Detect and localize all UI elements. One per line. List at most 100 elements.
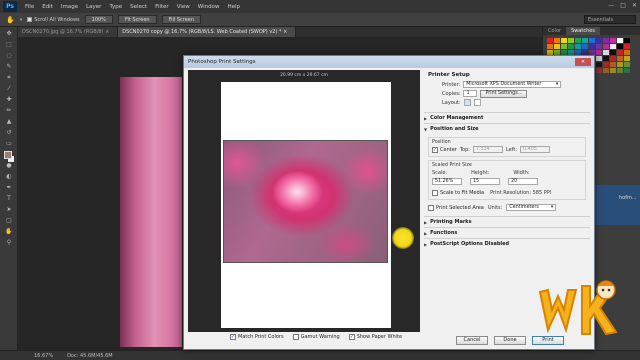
scroll-all-windows-checkbox[interactable]: Scroll All Windows [27, 17, 80, 23]
hand-tool-icon[interactable]: ✋ [6, 16, 15, 24]
color-swatch[interactable] [617, 62, 623, 67]
portrait-orientation-icon[interactable] [463, 99, 471, 106]
fit-screen-button[interactable]: Fit Screen [117, 15, 157, 24]
color-swatch[interactable] [624, 56, 630, 61]
show-paper-white-checkbox[interactable]: ✓ Show Paper White [348, 334, 402, 340]
color-swatch[interactable] [561, 38, 567, 43]
marquee-tool-icon[interactable]: ⬚ [3, 40, 15, 49]
color-swatch[interactable] [596, 50, 602, 55]
color-swatch[interactable] [603, 62, 609, 67]
copies-input[interactable]: 1 [463, 90, 478, 97]
zoom-tool-icon[interactable]: ⚲ [3, 238, 15, 247]
color-swatch[interactable] [596, 62, 602, 67]
scale-to-fit-checkbox[interactable]: Scale to Fit Media [432, 189, 484, 196]
color-swatch[interactable] [547, 44, 553, 49]
color-swatch[interactable] [617, 38, 623, 43]
color-swatch[interactable] [610, 50, 616, 55]
color-swatch[interactable] [617, 68, 623, 73]
close-icon[interactable]: ✕ [575, 58, 591, 66]
lasso-tool-icon[interactable]: ◌ [3, 51, 15, 60]
zoom-level[interactable]: 16.67% [34, 353, 53, 359]
color-swatch[interactable] [610, 68, 616, 73]
color-swatch[interactable] [568, 44, 574, 49]
printing-marks-section[interactable]: ▶ Printing Marks [424, 216, 590, 227]
color-swatch[interactable] [575, 38, 581, 43]
color-swatch[interactable] [603, 50, 609, 55]
close-icon[interactable]: ✕ [632, 2, 637, 9]
menu-image[interactable]: Image [57, 4, 82, 10]
color-swatch[interactable] [610, 62, 616, 67]
tool-preset-chevron-icon[interactable]: ▾ [20, 17, 23, 23]
print-settings-button[interactable]: Print Settings... [480, 89, 528, 98]
quick-select-tool-icon[interactable]: ✎ [3, 62, 15, 71]
document-tab[interactable]: DSCN0270.jpg @ 16.7% (RGB/8) × [18, 27, 119, 37]
color-swatch[interactable] [596, 38, 602, 43]
left-input[interactable]: 0.405 [520, 146, 551, 153]
color-swatch[interactable] [575, 44, 581, 49]
clone-stamp-icon[interactable]: ▲ [3, 117, 15, 126]
color-swatch[interactable] [603, 44, 609, 49]
menu-file[interactable]: File [21, 4, 38, 10]
menu-filter[interactable]: Filter [151, 4, 173, 10]
eraser-tool-icon[interactable]: ▭ [3, 139, 15, 148]
preview-image[interactable] [223, 140, 388, 263]
brush-tool-icon[interactable]: ✏ [3, 106, 15, 115]
functions-section[interactable]: ▶ Functions [424, 227, 590, 238]
tab-color[interactable]: Color [543, 27, 566, 35]
width-input[interactable]: 20 [508, 178, 538, 185]
color-swatch[interactable] [554, 38, 560, 43]
hand-tool-icon[interactable]: ✋ [3, 227, 15, 236]
color-swatch[interactable] [582, 38, 588, 43]
minimize-icon[interactable]: — [608, 2, 614, 9]
maximize-icon[interactable]: □ [620, 2, 626, 9]
history-brush-icon[interactable]: ↺ [3, 128, 15, 137]
color-swatch[interactable] [624, 62, 630, 67]
crop-tool-icon[interactable]: ⌗ [3, 73, 15, 82]
color-swatch[interactable] [624, 50, 630, 55]
scale-input[interactable]: 51.26% [432, 178, 462, 185]
color-swatch[interactable] [596, 68, 602, 73]
color-swatch[interactable] [610, 38, 616, 43]
foreground-color-swatch[interactable] [4, 151, 12, 159]
color-swatch[interactable] [582, 44, 588, 49]
document-tab-active[interactable]: DSCN0270 copy @ 16.7% (RGB/8/LS. Web Coa… [118, 27, 297, 37]
zoom-100-button[interactable]: 100% [84, 15, 113, 24]
units-select[interactable]: Centimeters ▾ [506, 204, 557, 211]
print-selected-area-checkbox[interactable]: Print Selected Area [428, 204, 484, 211]
menu-help[interactable]: Help [223, 4, 244, 10]
path-select-icon[interactable]: ➤ [3, 205, 15, 214]
color-swatch[interactable] [547, 38, 553, 43]
color-swatch[interactable] [617, 44, 623, 49]
healing-brush-icon[interactable]: ✚ [3, 95, 15, 104]
center-checkbox[interactable]: ✓ Center [432, 146, 457, 153]
postscript-section[interactable]: ▶ PostScript Options Disabled [424, 238, 590, 249]
menu-view[interactable]: View [173, 4, 194, 10]
menu-window[interactable]: Window [194, 4, 224, 10]
color-swatch[interactable] [589, 44, 595, 49]
height-input[interactable]: 15 [470, 178, 500, 185]
move-tool-icon[interactable]: ✥ [3, 29, 15, 38]
eyedropper-tool-icon[interactable]: ⁄ [3, 84, 15, 93]
color-swatch[interactable] [617, 50, 623, 55]
color-swatch[interactable] [624, 68, 630, 73]
fill-screen-button[interactable]: Fill Screen [161, 15, 202, 24]
menu-edit[interactable]: Edit [38, 4, 57, 10]
color-swatch[interactable] [603, 38, 609, 43]
panel-thumbnail[interactable]: hofm... [593, 185, 640, 225]
done-button[interactable]: Done [494, 336, 526, 345]
color-swatch[interactable] [589, 38, 595, 43]
pen-tool-icon[interactable]: ✒ [3, 183, 15, 192]
shape-tool-icon[interactable]: ▢ [3, 216, 15, 225]
tab-swatches[interactable]: Swatches [566, 27, 600, 35]
color-swatch[interactable] [610, 44, 616, 49]
color-swatch[interactable] [610, 56, 616, 61]
menu-type[interactable]: Type [105, 4, 126, 10]
menu-select[interactable]: Select [126, 4, 151, 10]
printer-select[interactable]: Microsoft XPS Document Writer ▾ [463, 81, 562, 88]
type-tool-icon[interactable]: T [3, 194, 15, 203]
top-input[interactable]: 7.334 [472, 146, 503, 153]
color-swatch[interactable] [617, 56, 623, 61]
menu-layer[interactable]: Layer [82, 4, 105, 10]
color-swatch[interactable] [561, 44, 567, 49]
color-swatch[interactable] [568, 38, 574, 43]
